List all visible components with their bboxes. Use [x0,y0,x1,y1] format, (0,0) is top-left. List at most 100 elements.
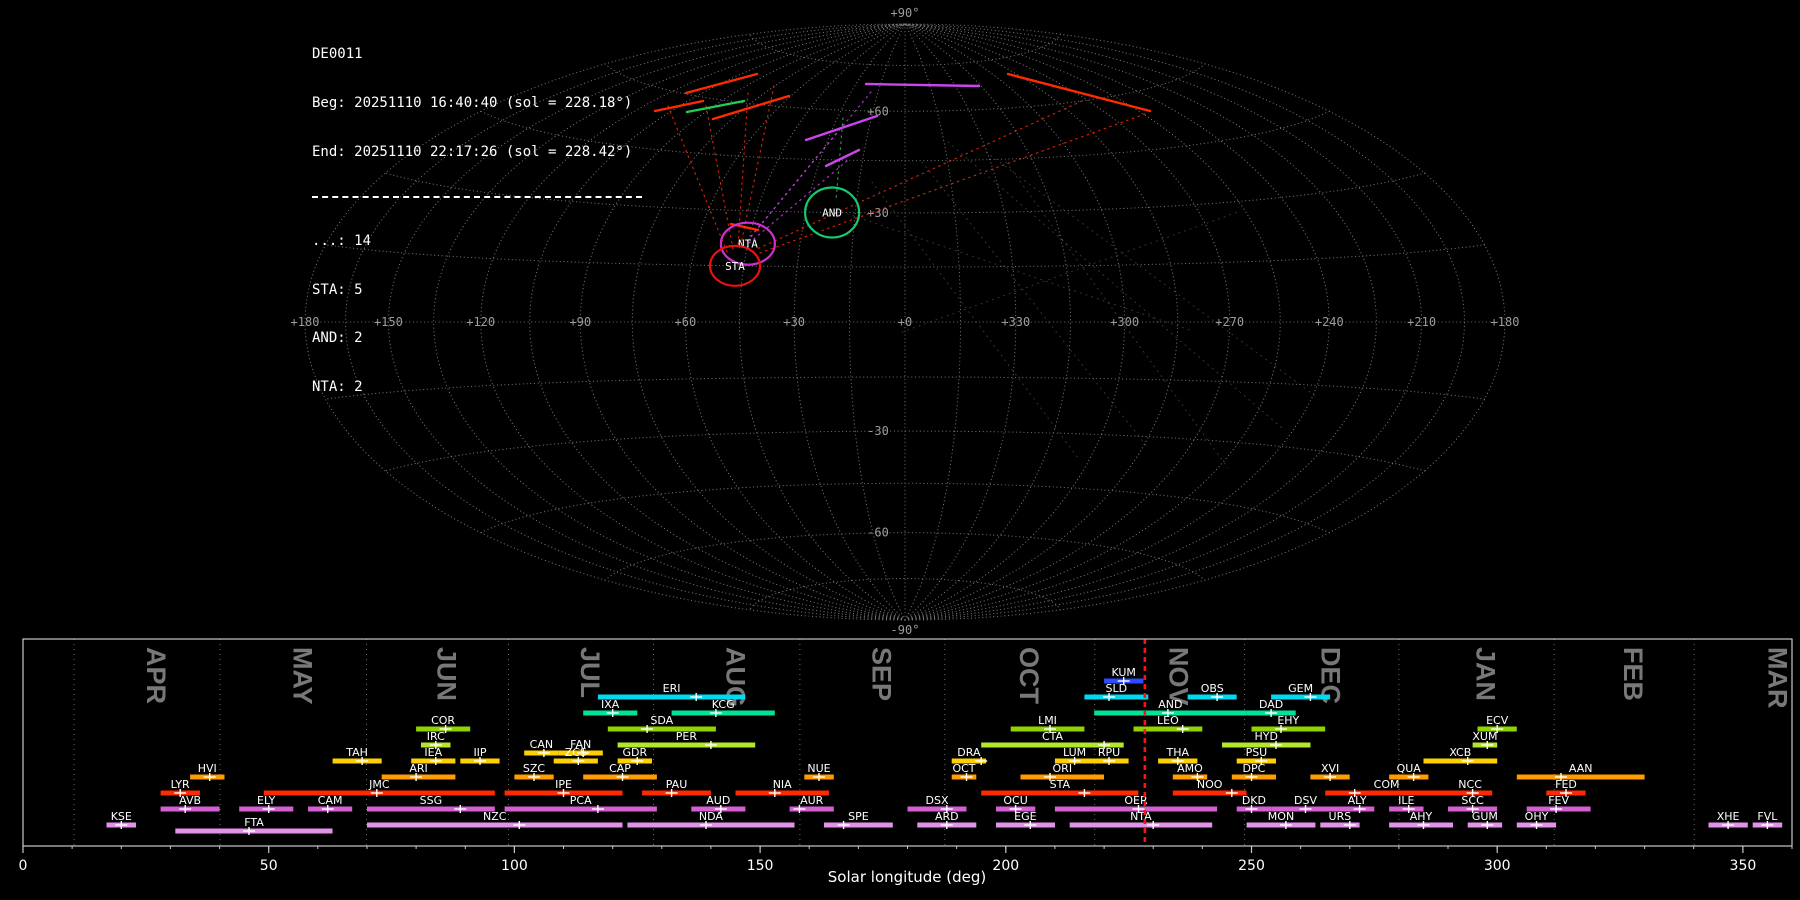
count-and: AND: 2 [312,330,642,346]
shower-label-dkd: DKD [1242,794,1266,807]
separator-dashed-line [312,196,642,198]
faint-track [902,212,1238,332]
month-label: APR [141,647,171,704]
shower-label-jmc: JMC [368,778,390,791]
shower-label-ssg: SSG [420,794,443,807]
meridian-line [905,24,1422,620]
month-label: JAN [1471,647,1501,701]
meteor-layer [655,74,1318,468]
radiant-label-and: AND [822,207,842,220]
shower-label-and: AND [1158,698,1182,711]
lon-label: +330 [1001,315,1030,329]
faint-track [836,210,1190,330]
shower-label-oct: OCT [952,762,975,775]
x-tick-label: 150 [747,858,774,874]
count-unassociated: ...: 14 [312,233,642,249]
shower-label-ile: ILE [1398,794,1414,807]
shower-label-ncc: NCC [1458,778,1482,791]
shower-label-hyd: HYD [1254,730,1277,743]
lon-label: +30 [783,315,805,329]
begin-time-line: Beg: 20251110 16:40:40 (sol = 228.18°) [312,95,642,111]
shower-label-leo: LEO [1157,714,1179,727]
shower-label-ori: ORI [1053,762,1073,775]
observation-info-panel: DE0011 Beg: 20251110 16:40:40 (sol = 228… [312,14,642,428]
shower-label-obs: OBS [1201,682,1224,695]
shower-label-fta: FTA [244,816,264,829]
shower-label-ixa: IXA [601,698,620,711]
shower-label-per: PER [676,730,698,743]
lat-label: -30 [867,424,889,438]
end-time-line: End: 20251110 22:17:26 (sol = 228.42°) [312,144,642,160]
shower-label-aly: ALY [1348,794,1367,807]
meteor-radiant-dashboard: DE0011 Beg: 20251110 16:40:40 (sol = 228… [0,0,1800,900]
parallel-line [605,533,1205,580]
shower-label-hvi: HVI [198,762,217,775]
meteor-trail [686,74,757,93]
shower-label-can: CAN [530,738,553,751]
shower-bar-xcb [1424,759,1498,764]
shower-label-tah: TAH [345,746,368,759]
shower-label-cam: CAM [318,794,343,807]
lon-label: +240 [1315,315,1344,329]
shower-label-gem: GEM [1288,682,1313,695]
shower-label-ely: ELY [257,794,276,807]
lon-label: +300 [1110,315,1139,329]
faint-track [922,162,1148,448]
shower-bar-sda [608,727,716,732]
shower-label-urs: URS [1329,810,1352,823]
shower-bar-pca [505,807,657,812]
lon-label: +270 [1215,315,1244,329]
shower-label-gdr: GDR [622,746,647,759]
radiant-label-sta: STA [725,260,745,273]
shower-label-nta: NTA [1130,810,1152,823]
sky-map-and-timeline-plot: Solar longitude (deg) +180+150+120+90+60… [0,0,1800,900]
shower-label-psu: PSU [1246,746,1268,759]
shower-label-dsx: DSX [926,794,949,807]
shower-label-sda: SDA [650,714,673,727]
shower-label-sta: STA [1050,778,1071,791]
meridian-line [905,24,1016,620]
shower-bar-kcg [672,711,775,716]
x-tick-label: 350 [1730,858,1757,874]
meridian-line [905,24,1465,620]
shower-label-pau: PAU [666,778,688,791]
shower-bar-nta [1070,823,1213,828]
lon-label: +0 [898,315,912,329]
count-sta: STA: 5 [312,282,642,298]
x-tick-label: 100 [501,858,528,874]
shower-label-mon: MON [1268,810,1294,823]
north-pole-label: +90° [891,6,920,20]
month-label: SEP [866,647,896,701]
shower-label-nia: NIA [773,778,792,791]
shower-bar-ssg [367,807,495,812]
shower-label-nzc: NZC [483,810,507,823]
month-label: FEB [1618,647,1648,701]
shower-label-dpc: DPC [1243,762,1266,775]
shower-bar-com [1325,791,1448,796]
shower-label-avb: AVB [179,794,201,807]
meteor-trail [826,150,859,166]
lon-label: +180 [1491,315,1520,329]
shower-label-cta: CTA [1042,730,1064,743]
meteor-trail [866,84,979,86]
x-tick-label: 300 [1484,858,1511,874]
lon-label: +210 [1407,315,1436,329]
x-axis-title: Solar longitude (deg) [828,868,986,886]
shower-label-ari: ARI [409,762,427,775]
shower-label-aud: AUD [706,794,730,807]
month-label: JUN [432,647,462,701]
shower-label-dra: DRA [957,746,981,759]
meteor-trail [1008,74,1150,111]
radiant-path [757,101,1082,249]
month-label: MAY [287,647,317,705]
x-tick-label: 0 [19,858,28,874]
south-pole-label: -90° [891,623,920,637]
x-tick-label: 50 [260,858,278,874]
month-label: MAR [1763,647,1793,709]
radiant-path [668,106,727,252]
shower-label-ahy: AHY [1410,810,1433,823]
shower-label-gum: GUM [1472,810,1498,823]
month-label: OCT [1014,647,1044,705]
shower-bar-nzc [367,823,623,828]
shower-label-eri: ERI [663,682,681,695]
